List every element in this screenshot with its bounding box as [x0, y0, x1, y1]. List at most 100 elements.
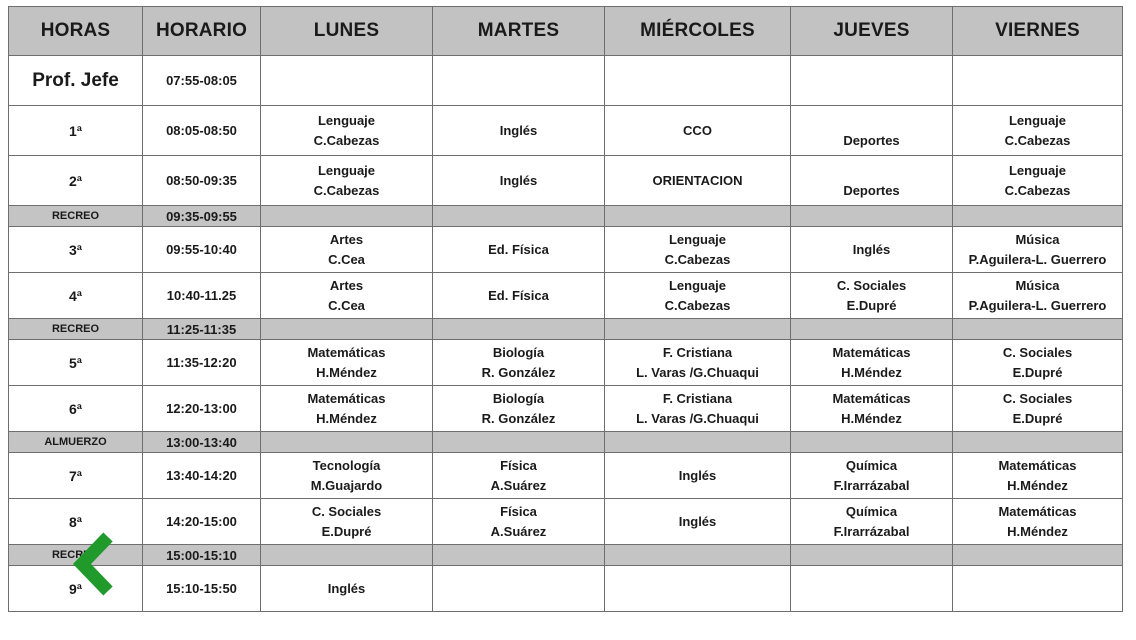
schedule-cell-jueves — [790, 544, 953, 566]
schedule-cell-martes: Física A.Suárez — [432, 452, 605, 499]
teacher-name: R. González — [481, 364, 556, 380]
teacher-name: P.Aguilera-L. Guerrero — [968, 251, 1107, 267]
schedule-cell-martes — [432, 544, 605, 566]
time-range: 12:20-13:00 — [142, 385, 261, 432]
schedule-cell-miercoles: Inglés — [604, 452, 791, 499]
period-row: 3ª 09:55-10:40 Artes C.Cea Ed. Física Lenguaj… — [8, 226, 1123, 273]
subject-name: Deportes — [843, 133, 900, 148]
schedule-cell-lunes: Artes C.Cea — [260, 272, 433, 319]
schedule-cell-miercoles — [604, 205, 791, 227]
schedule-cell-miercoles: Inglés — [604, 498, 791, 545]
teacher-name: C.Cabezas — [313, 182, 380, 198]
column-header-jueves: JUEVES — [790, 6, 953, 56]
column-header-horas: HORAS — [8, 6, 143, 56]
schedule-cell-miercoles — [604, 544, 791, 566]
time-range: 11:25-11:35 — [142, 318, 261, 340]
hour-label: Prof. Jefe — [8, 55, 143, 106]
teacher-name: C.Cabezas — [1004, 132, 1071, 148]
schedule-cell-martes: Física A.Suárez — [432, 498, 605, 545]
schedule-cell-jueves: C. Sociales E.Dupré — [790, 272, 953, 319]
schedule-cell-viernes: C. Sociales E.Dupré — [952, 385, 1123, 432]
schedule-cell-jueves: Deportes — [790, 155, 953, 206]
time-range: 09:35-09:55 — [142, 205, 261, 227]
schedule-sheet: HORAS HORARIO LUNES MARTES MIÉRCOLES JUE… — [0, 0, 1136, 640]
teacher-name: P.Aguilera-L. Guerrero — [968, 297, 1107, 313]
schedule-cell-miercoles: Lenguaje C.Cabezas — [604, 272, 791, 319]
teacher-name: H.Méndez — [1007, 523, 1068, 539]
schedule-cell-viernes: Matemáticas H.Méndez — [952, 498, 1123, 545]
subject-name: Lenguaje — [1008, 112, 1067, 128]
chevron-left-icon[interactable] — [70, 531, 120, 597]
schedule-cell-lunes: Tecnología M.Guajardo — [260, 452, 433, 499]
teacher-name: E.Dupré — [1012, 364, 1063, 380]
schedule-cell-viernes: Música P.Aguilera-L. Guerrero — [952, 272, 1123, 319]
schedule-cell-jueves — [790, 318, 953, 340]
subject-name: Inglés — [327, 580, 366, 596]
schedule-cell-martes: Inglés — [432, 155, 605, 206]
schedule-cell-viernes — [952, 55, 1123, 106]
schedule-cell-martes: Biología R. González — [432, 385, 605, 432]
subject-name: Física — [500, 457, 537, 473]
schedule-cell-lunes — [260, 544, 433, 566]
column-header-miercoles: MIÉRCOLES — [604, 6, 791, 56]
subject-name: Artes — [329, 277, 364, 293]
schedule-cell-miercoles: F. Cristiana L. Varas /G.Chuaqui — [604, 339, 791, 386]
schedule-cell-miercoles: Lenguaje C.Cabezas — [604, 226, 791, 273]
subject-name: Química — [845, 457, 898, 473]
teacher-name: L. Varas /G.Chuaqui — [636, 410, 759, 426]
time-range: 11:35-12:20 — [142, 339, 261, 386]
header-row: HORAS HORARIO LUNES MARTES MIÉRCOLES JUE… — [8, 6, 1123, 56]
teacher-name: C.Cea — [328, 297, 365, 313]
schedule-table: HORAS HORARIO LUNES MARTES MIÉRCOLES JUE… — [8, 6, 1123, 612]
period-row: 7ª 13:40-14:20 Tecnología M.Guajardo Física A… — [8, 452, 1123, 499]
teacher-name: C.Cea — [328, 251, 365, 267]
time-range: 09:55-10:40 — [142, 226, 261, 273]
subject-name: Lenguaje — [668, 277, 727, 293]
schedule-cell-viernes — [952, 565, 1123, 612]
subject-name: F. Cristiana — [662, 390, 733, 406]
schedule-cell-martes: Biología R. González — [432, 339, 605, 386]
subject-name: Biología — [492, 390, 545, 406]
subject-name: Inglés — [678, 467, 717, 483]
subject-name: Artes — [329, 231, 364, 247]
subject-name: Inglés — [678, 513, 717, 529]
period-row: 2ª 08:50-09:35 Lenguaje C.Cabezas Inglés ORIE… — [8, 155, 1123, 206]
schedule-cell-lunes: Artes C.Cea — [260, 226, 433, 273]
schedule-cell-miercoles: ORIENTACION — [604, 155, 791, 206]
hour-label: RECREO — [8, 318, 143, 340]
schedule-cell-martes: Inglés — [432, 105, 605, 156]
teacher-name: H.Méndez — [841, 410, 902, 426]
teacher-name: F.Irarrázabal — [833, 523, 910, 539]
teacher-name: C.Cabezas — [664, 297, 731, 313]
subject-name: Tecnología — [312, 457, 381, 473]
subject-name: C. Sociales — [836, 277, 907, 293]
schedule-cell-lunes: C. Sociales E.Dupré — [260, 498, 433, 545]
teacher-name: C.Cabezas — [664, 251, 731, 267]
subject-name: Inglés — [499, 172, 538, 188]
schedule-cell-viernes — [952, 431, 1123, 453]
hour-label: 5ª — [8, 339, 143, 386]
schedule-cell-martes — [432, 205, 605, 227]
schedule-cell-jueves: Química F.Irarrázabal — [790, 452, 953, 499]
teacher-name: C.Cabezas — [1004, 182, 1071, 198]
schedule-cell-lunes: Lenguaje C.Cabezas — [260, 155, 433, 206]
teacher-name: A.Suárez — [490, 477, 547, 493]
hour-label: ALMUERZO — [8, 431, 143, 453]
break-row: ALMUERZO 13:00-13:40 — [8, 431, 1123, 453]
subject-name: C. Sociales — [311, 503, 382, 519]
period-row: 6ª 12:20-13:00 Matemáticas H.Méndez Biología… — [8, 385, 1123, 432]
hour-label: 1ª — [8, 105, 143, 156]
schedule-cell-miercoles — [604, 565, 791, 612]
time-range: 10:40-11.25 — [142, 272, 261, 319]
schedule-cell-martes — [432, 318, 605, 340]
schedule-cell-lunes — [260, 205, 433, 227]
subject-name: Música — [1015, 231, 1060, 247]
subject-name: Matemáticas — [832, 344, 911, 360]
schedule-cell-viernes: Lenguaje C.Cabezas — [952, 105, 1123, 156]
time-range: 13:00-13:40 — [142, 431, 261, 453]
subject-name: Inglés — [499, 122, 538, 138]
subject-name: Ed. Física — [488, 287, 549, 303]
schedule-cell-lunes: Inglés — [260, 565, 433, 612]
column-header-lunes: LUNES — [260, 6, 433, 56]
schedule-cell-jueves: Química F.Irarrázabal — [790, 498, 953, 545]
